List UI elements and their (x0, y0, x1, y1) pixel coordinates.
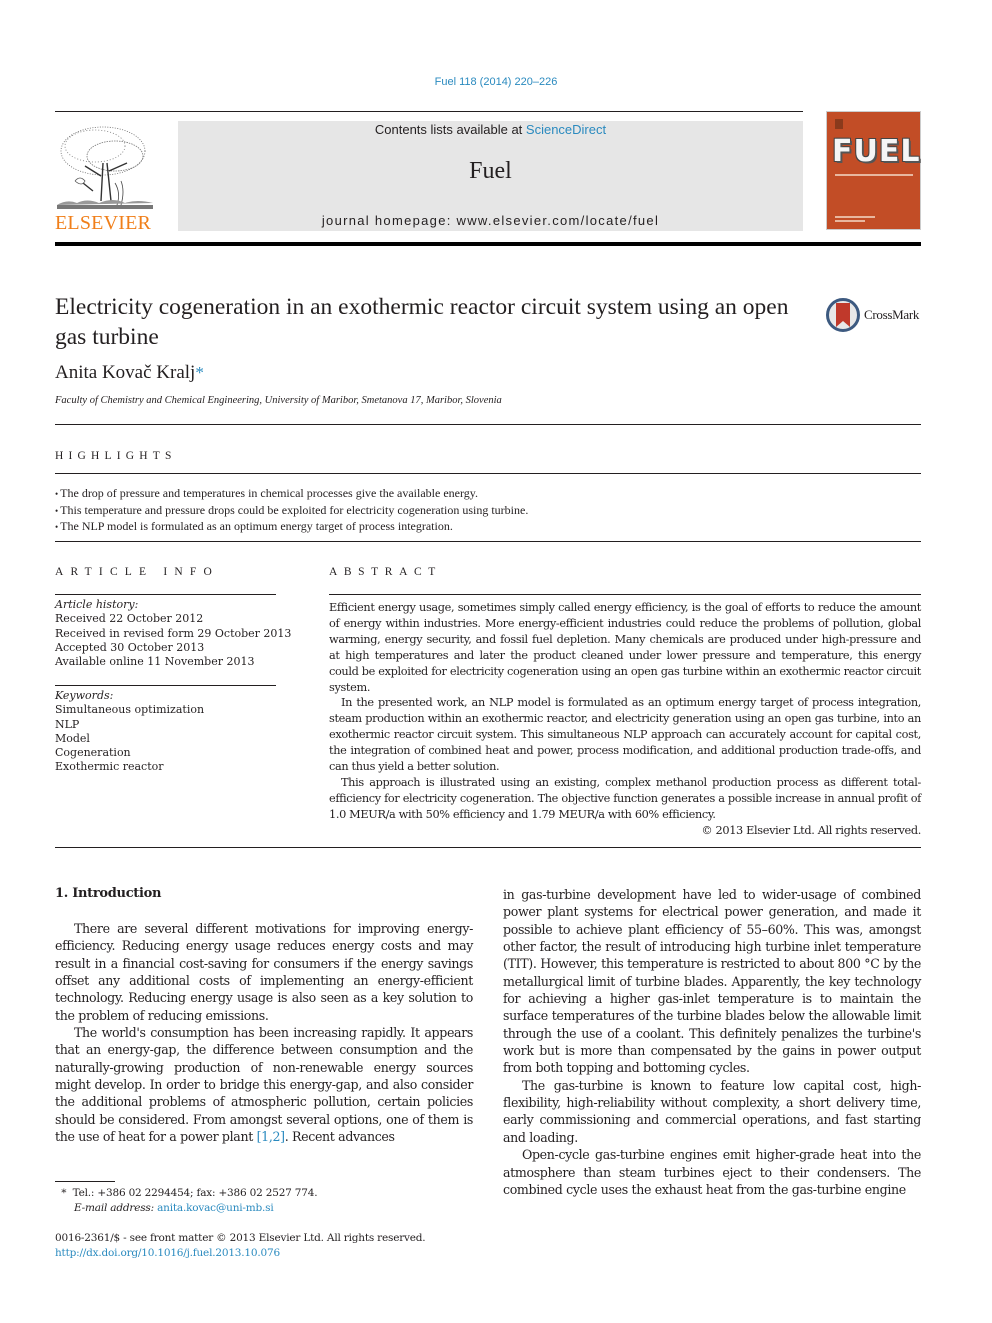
body-paragraph: There are several different motivations … (55, 921, 473, 1023)
divider (55, 473, 921, 474)
cover-publisher-icon (835, 119, 843, 129)
journal-homepage[interactable]: journal homepage: www.elsevier.com/locat… (178, 213, 803, 228)
cover-tagline (835, 174, 913, 176)
highlights-list: The drop of pressure and temperatures in… (55, 486, 528, 536)
contents-prefix: Contents lists available at (374, 122, 526, 137)
divider (55, 847, 921, 848)
footnote-mark: * (61, 1187, 67, 1199)
abstract-paragraph: Efficient energy usage, sometimes simply… (329, 601, 921, 694)
divider (55, 424, 921, 425)
keywords-label: Keywords: (55, 689, 114, 702)
footnote-contact: * Tel.: +386 02 2294454; fax: +386 02 25… (55, 1186, 317, 1201)
journal-citation-link[interactable]: Fuel 118 (2014) 220–226 (0, 76, 992, 88)
crossmark-icon (826, 298, 860, 332)
body-text: . Recent advances (284, 1129, 395, 1145)
divider (55, 594, 276, 595)
history-accepted: Accepted 30 October 2013 (55, 640, 205, 654)
keyword-item: Simultaneous optimization (55, 703, 205, 717)
article-history: Article history: Received 22 October 201… (55, 598, 291, 669)
highlights-heading: HIGHLIGHTS (55, 450, 177, 462)
keyword-item: Model (55, 731, 90, 745)
citation-text[interactable]: Fuel 118 (2014) 220–226 (435, 76, 558, 88)
email-label: E-mail address: (74, 1201, 154, 1214)
contact-text: Tel.: +386 02 2294454; fax: +386 02 2527… (72, 1187, 318, 1199)
abstract-copyright: © 2013 Elsevier Ltd. All rights reserved… (701, 823, 921, 837)
history-online: Available online 11 November 2013 (55, 655, 255, 669)
cover-publisher-line (835, 216, 875, 218)
journal-name: Fuel (469, 158, 512, 184)
highlight-item: The drop of pressure and temperatures in… (55, 486, 528, 503)
section-heading-introduction: 1. Introduction (55, 886, 162, 901)
divider (55, 541, 921, 542)
history-revised: Received in revised form 29 October 2013 (55, 626, 292, 640)
doi-link[interactable]: http://dx.doi.org/10.1016/j.fuel.2013.10… (55, 1246, 425, 1261)
cover-title: FUEL (832, 134, 921, 169)
divider (329, 594, 921, 595)
sciencedirect-link[interactable]: ScienceDirect (526, 122, 606, 137)
crossmark-button[interactable]: CrossMark (826, 298, 919, 332)
highlight-item: The NLP model is formulated as an optimu… (55, 519, 528, 536)
history-received: Received 22 October 2012 (55, 612, 204, 626)
abstract-paragraph: This approach is illustrated using an ex… (329, 775, 921, 821)
publication-info: 0016-2361/$ - see front matter © 2013 El… (55, 1231, 426, 1261)
article-title: Electricity cogeneration in an exothermi… (55, 294, 789, 350)
keyword-item: NLP (55, 717, 80, 731)
author-footnote-link[interactable]: * (195, 363, 204, 382)
author-name: Anita Kovač Kralj* (55, 362, 204, 384)
abstract-heading: ABSTRACT (329, 566, 442, 578)
divider (55, 685, 276, 686)
cover-publisher-line (835, 220, 865, 222)
article-info-heading: ARTICLE INFO (55, 566, 219, 578)
body-paragraph: in gas-turbine development have led to w… (503, 887, 921, 1076)
header-thick-rule (55, 242, 921, 246)
abstract-body: Efficient energy usage, sometimes simply… (329, 600, 921, 839)
keyword-item: Exothermic reactor (55, 760, 164, 774)
keyword-item: Cogeneration (55, 746, 131, 760)
journal-banner: Contents lists available at ScienceDirec… (178, 121, 803, 231)
reference-link[interactable]: [1,2] (257, 1129, 285, 1144)
body-text: The world's consumption has been increas… (55, 1025, 473, 1145)
body-column-right: in gas-turbine development have led to w… (503, 886, 921, 1198)
body-paragraph: The world's consumption has been increas… (55, 1024, 473, 1145)
body-column-left: There are several different motivations … (55, 920, 473, 1145)
author-affiliation: Faculty of Chemistry and Chemical Engine… (55, 395, 502, 406)
body-paragraph: The gas-turbine is known to feature low … (503, 1077, 921, 1145)
footnote-rule (55, 1181, 115, 1182)
footnote-email: E-mail address: anita.kovac@uni-mb.si (55, 1201, 317, 1216)
email-link[interactable]: anita.kovac@uni-mb.si (157, 1202, 274, 1214)
author-text[interactable]: Anita Kovač Kralj (55, 362, 195, 383)
abstract-paragraph: In the presented work, an NLP model is f… (329, 696, 921, 774)
keywords: Keywords: Simultaneous optimization NLP … (55, 689, 204, 775)
crossmark-label: CrossMark (864, 307, 920, 322)
header-rule (55, 111, 803, 112)
body-paragraph: Open-cycle gas-turbine engines emit high… (503, 1147, 921, 1197)
highlight-item: This temperature and pressure drops coul… (55, 503, 528, 520)
contents-available: Contents lists available at ScienceDirec… (178, 122, 803, 137)
article-history-label: Article history: (55, 598, 139, 611)
journal-cover-image[interactable]: FUEL (826, 111, 921, 230)
elsevier-logo[interactable]: ELSEVIER (55, 212, 151, 235)
author-footnote: * Tel.: +386 02 2294454; fax: +386 02 25… (55, 1186, 317, 1215)
issn-line: 0016-2361/$ - see front matter © 2013 El… (55, 1232, 426, 1244)
